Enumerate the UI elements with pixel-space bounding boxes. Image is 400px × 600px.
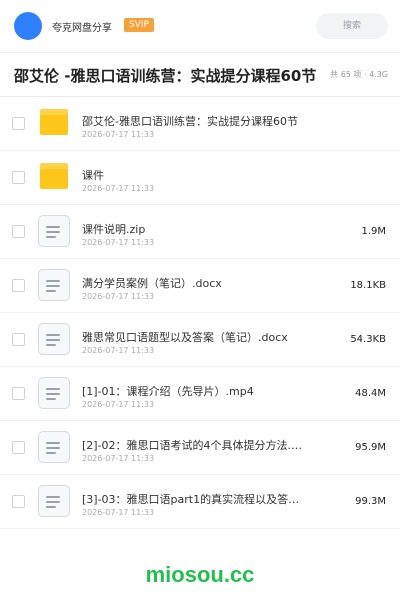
file-name[interactable]: 雅思常见口语题型以及答案（笔记）.docx (82, 329, 288, 345)
file-size: 54.3KB (350, 334, 386, 345)
file-date: 2026-07-17 11:33 (82, 238, 155, 247)
row-checkbox[interactable] (12, 387, 25, 400)
file-row[interactable]: 邵艾伦-雅思口语训练营：实战提分课程60节 2026-07-17 11:33 (0, 97, 400, 151)
file-name[interactable]: [3]-03：雅思口语part1的真实流程以及答题… (82, 491, 308, 507)
row-checkbox[interactable] (12, 225, 25, 238)
file-size: 99.3M (355, 496, 386, 507)
folder-meta: 共 65 项 · 4.3G (330, 70, 388, 79)
row-checkbox[interactable] (12, 279, 25, 292)
folder-icon (40, 163, 68, 189)
row-checkbox[interactable] (12, 333, 25, 346)
file-date: 2026-07-17 11:33 (82, 508, 155, 517)
file-size: 18.1KB (350, 280, 386, 291)
document-icon (38, 485, 70, 517)
share-owner-name: 夸克网盘分享 (52, 23, 112, 34)
file-date: 2026-07-17 11:33 (82, 292, 155, 301)
file-row[interactable]: 满分学员案例（笔记）.docx 2026-07-17 11:33 18.1KB (0, 259, 400, 313)
file-date: 2026-07-17 11:33 (82, 184, 155, 193)
watermark: miosou.cc (145, 562, 255, 587)
file-name[interactable]: 满分学员案例（笔记）.docx (82, 275, 222, 291)
row-checkbox[interactable] (12, 441, 25, 454)
file-date: 2026-07-17 11:33 (82, 130, 155, 139)
file-name[interactable]: 邵艾伦-雅思口语训练营：实战提分课程60节 (82, 113, 298, 129)
file-name[interactable]: [1]-01：课程介绍（先导片）.mp4 (82, 383, 254, 399)
file-name[interactable]: 课件 (82, 167, 104, 183)
file-date: 2026-07-17 11:33 (82, 346, 155, 355)
title-row: 邵艾伦 -雅思口语训练营：实战提分课程60节 共 65 项 · 4.3G (0, 53, 400, 97)
file-row[interactable]: 课件说明.zip 2026-07-17 11:33 1.9M (0, 205, 400, 259)
file-size: 48.4M (355, 388, 386, 399)
row-checkbox[interactable] (12, 171, 25, 184)
file-size: 1.9M (361, 226, 386, 237)
file-size: 95.9M (355, 442, 386, 453)
svip-badge: SVIP (124, 18, 154, 32)
file-date: 2026-07-17 11:33 (82, 400, 155, 409)
document-icon (38, 215, 70, 247)
search-input[interactable]: 搜索 (316, 13, 388, 39)
file-list: 邵艾伦-雅思口语训练营：实战提分课程60节 2026-07-17 11:33 课件 2… (0, 97, 400, 529)
file-date: 2026-07-17 11:33 (82, 454, 155, 463)
avatar[interactable] (14, 12, 42, 40)
file-row[interactable]: 课件 2026-07-17 11:33 (0, 151, 400, 205)
document-icon (38, 377, 70, 409)
header: 夸克网盘分享 SVIP 搜索 (0, 0, 400, 52)
file-name[interactable]: 课件说明.zip (82, 221, 145, 237)
file-row[interactable]: [1]-01：课程介绍（先导片）.mp4 2026-07-17 11:33 48.4… (0, 367, 400, 421)
file-row[interactable]: [3]-03：雅思口语part1的真实流程以及答题… 2026-07-17 11:… (0, 475, 400, 529)
document-icon (38, 431, 70, 463)
folder-icon (40, 109, 68, 135)
page-title: 邵艾伦 -雅思口语训练营：实战提分课程60节 (14, 67, 317, 85)
file-name[interactable]: [2]-02：雅思口语考试的4个具体提分方法.mp4 (82, 437, 308, 453)
file-row[interactable]: 雅思常见口语题型以及答案（笔记）.docx 2026-07-17 11:33 54.… (0, 313, 400, 367)
row-checkbox[interactable] (12, 117, 25, 130)
row-checkbox[interactable] (12, 495, 25, 508)
document-icon (38, 269, 70, 301)
document-icon (38, 323, 70, 355)
file-row[interactable]: [2]-02：雅思口语考试的4个具体提分方法.mp4 2026-07-17 11:… (0, 421, 400, 475)
